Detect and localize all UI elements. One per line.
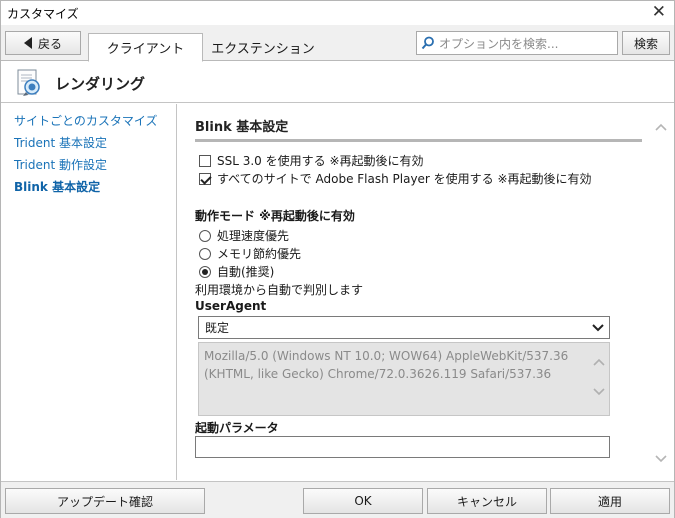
scroll-down-icon[interactable]	[593, 387, 605, 397]
mode-note: 利用環境から自動で判別します	[195, 283, 364, 297]
launch-params-label: 起動パラメータ	[195, 421, 279, 435]
scroll-up-icon[interactable]	[593, 357, 605, 367]
close-icon[interactable]: ✕	[652, 2, 666, 22]
useragent-line-2: (KHTML, like Gecko) Chrome/72.0.3626.119…	[204, 367, 552, 381]
scroll-down-icon[interactable]	[655, 454, 667, 464]
radio-memory-circle[interactable]	[199, 247, 211, 260]
radio-speed[interactable]: 処理速度優先	[199, 227, 289, 244]
title-divider	[195, 139, 642, 142]
search-icon	[421, 36, 434, 50]
ssl3-checkbox-box[interactable]	[199, 154, 211, 167]
chevron-down-icon	[592, 324, 604, 332]
content-scrollbar[interactable]	[646, 104, 674, 480]
radio-speed-circle[interactable]	[199, 229, 211, 242]
useragent-textarea[interactable]: Mozilla/5.0 (Windows NT 10.0; WOW64) App…	[198, 342, 610, 416]
flash-checkbox-box[interactable]	[199, 172, 211, 185]
radio-memory-label: メモリ節約優先	[217, 247, 302, 261]
flash-checkbox[interactable]: すべてのサイトで Adobe Flash Player を使用する ※再起動後に…	[199, 170, 592, 187]
tab-client[interactable]: クライアント	[88, 33, 203, 62]
radio-auto[interactable]: 自動(推奨)	[199, 263, 274, 280]
launch-params-input[interactable]	[195, 436, 610, 458]
customize-dialog: カスタマイズ ✕ 戻る クライアント エクステンション オプション内を検索...…	[0, 0, 675, 518]
settings-content: Blink 基本設定 SSL 3.0 を使用する ※再起動後に有効 すべてのサイ…	[178, 104, 646, 480]
radio-auto-circle[interactable]	[199, 265, 211, 278]
sidebar: サイトごとのカスタマイズ Trident 基本設定 Trident 動作設定 B…	[5, 104, 177, 480]
radio-auto-label: 自動(推奨)	[217, 265, 275, 279]
sidebar-item-trident-behavior[interactable]: Trident 動作設定	[14, 156, 107, 173]
ssl3-checkbox[interactable]: SSL 3.0 を使用する ※再起動後に有効	[199, 152, 424, 169]
update-check-button[interactable]: アップデート確認	[5, 488, 205, 514]
rendering-icon	[17, 69, 40, 96]
search-button[interactable]: 検索	[622, 31, 670, 55]
sidebar-item-site-customize[interactable]: サイトごとのカスタマイズ	[14, 112, 158, 129]
useragent-select-value: 既定	[205, 321, 230, 335]
sidebar-item-blink-basic[interactable]: Blink 基本設定	[14, 178, 100, 195]
section-header: レンダリング	[1, 62, 674, 103]
ssl3-checkbox-label: SSL 3.0 を使用する ※再起動後に有効	[217, 154, 424, 168]
flash-checkbox-label: すべてのサイトで Adobe Flash Player を使用する ※再起動後に…	[217, 172, 592, 186]
cancel-button[interactable]: キャンセル	[427, 488, 547, 514]
back-arrow-icon	[23, 37, 32, 49]
mode-label: 動作モード ※再起動後に有効	[195, 209, 355, 223]
button-bar: アップデート確認 OK キャンセル 適用	[1, 481, 674, 518]
radio-memory[interactable]: メモリ節約優先	[199, 245, 301, 262]
useragent-label: UserAgent	[195, 299, 267, 313]
ok-button[interactable]: OK	[303, 488, 423, 514]
scroll-up-icon[interactable]	[655, 122, 667, 132]
title-bar: カスタマイズ ✕	[1, 1, 674, 25]
page-title: Blink 基本設定	[195, 120, 289, 135]
back-button[interactable]: 戻る	[5, 31, 81, 55]
search-input[interactable]: オプション内を検索...	[416, 31, 618, 55]
useragent-select[interactable]: 既定	[198, 316, 610, 339]
tab-extension[interactable]: エクステンション	[205, 33, 321, 62]
sidebar-item-trident-basic[interactable]: Trident 基本設定	[14, 134, 107, 151]
radio-speed-label: 処理速度優先	[217, 229, 290, 243]
apply-button[interactable]: 適用	[550, 488, 670, 514]
back-label: 戻る	[37, 36, 62, 51]
useragent-line-1: Mozilla/5.0 (Windows NT 10.0; WOW64) App…	[204, 349, 569, 363]
section-title: レンダリング	[55, 75, 146, 93]
search-placeholder: オプション内を検索...	[439, 36, 559, 51]
tab-strip: 戻る クライアント エクステンション オプション内を検索... 検索	[1, 25, 674, 62]
window-title: カスタマイズ	[7, 7, 79, 21]
